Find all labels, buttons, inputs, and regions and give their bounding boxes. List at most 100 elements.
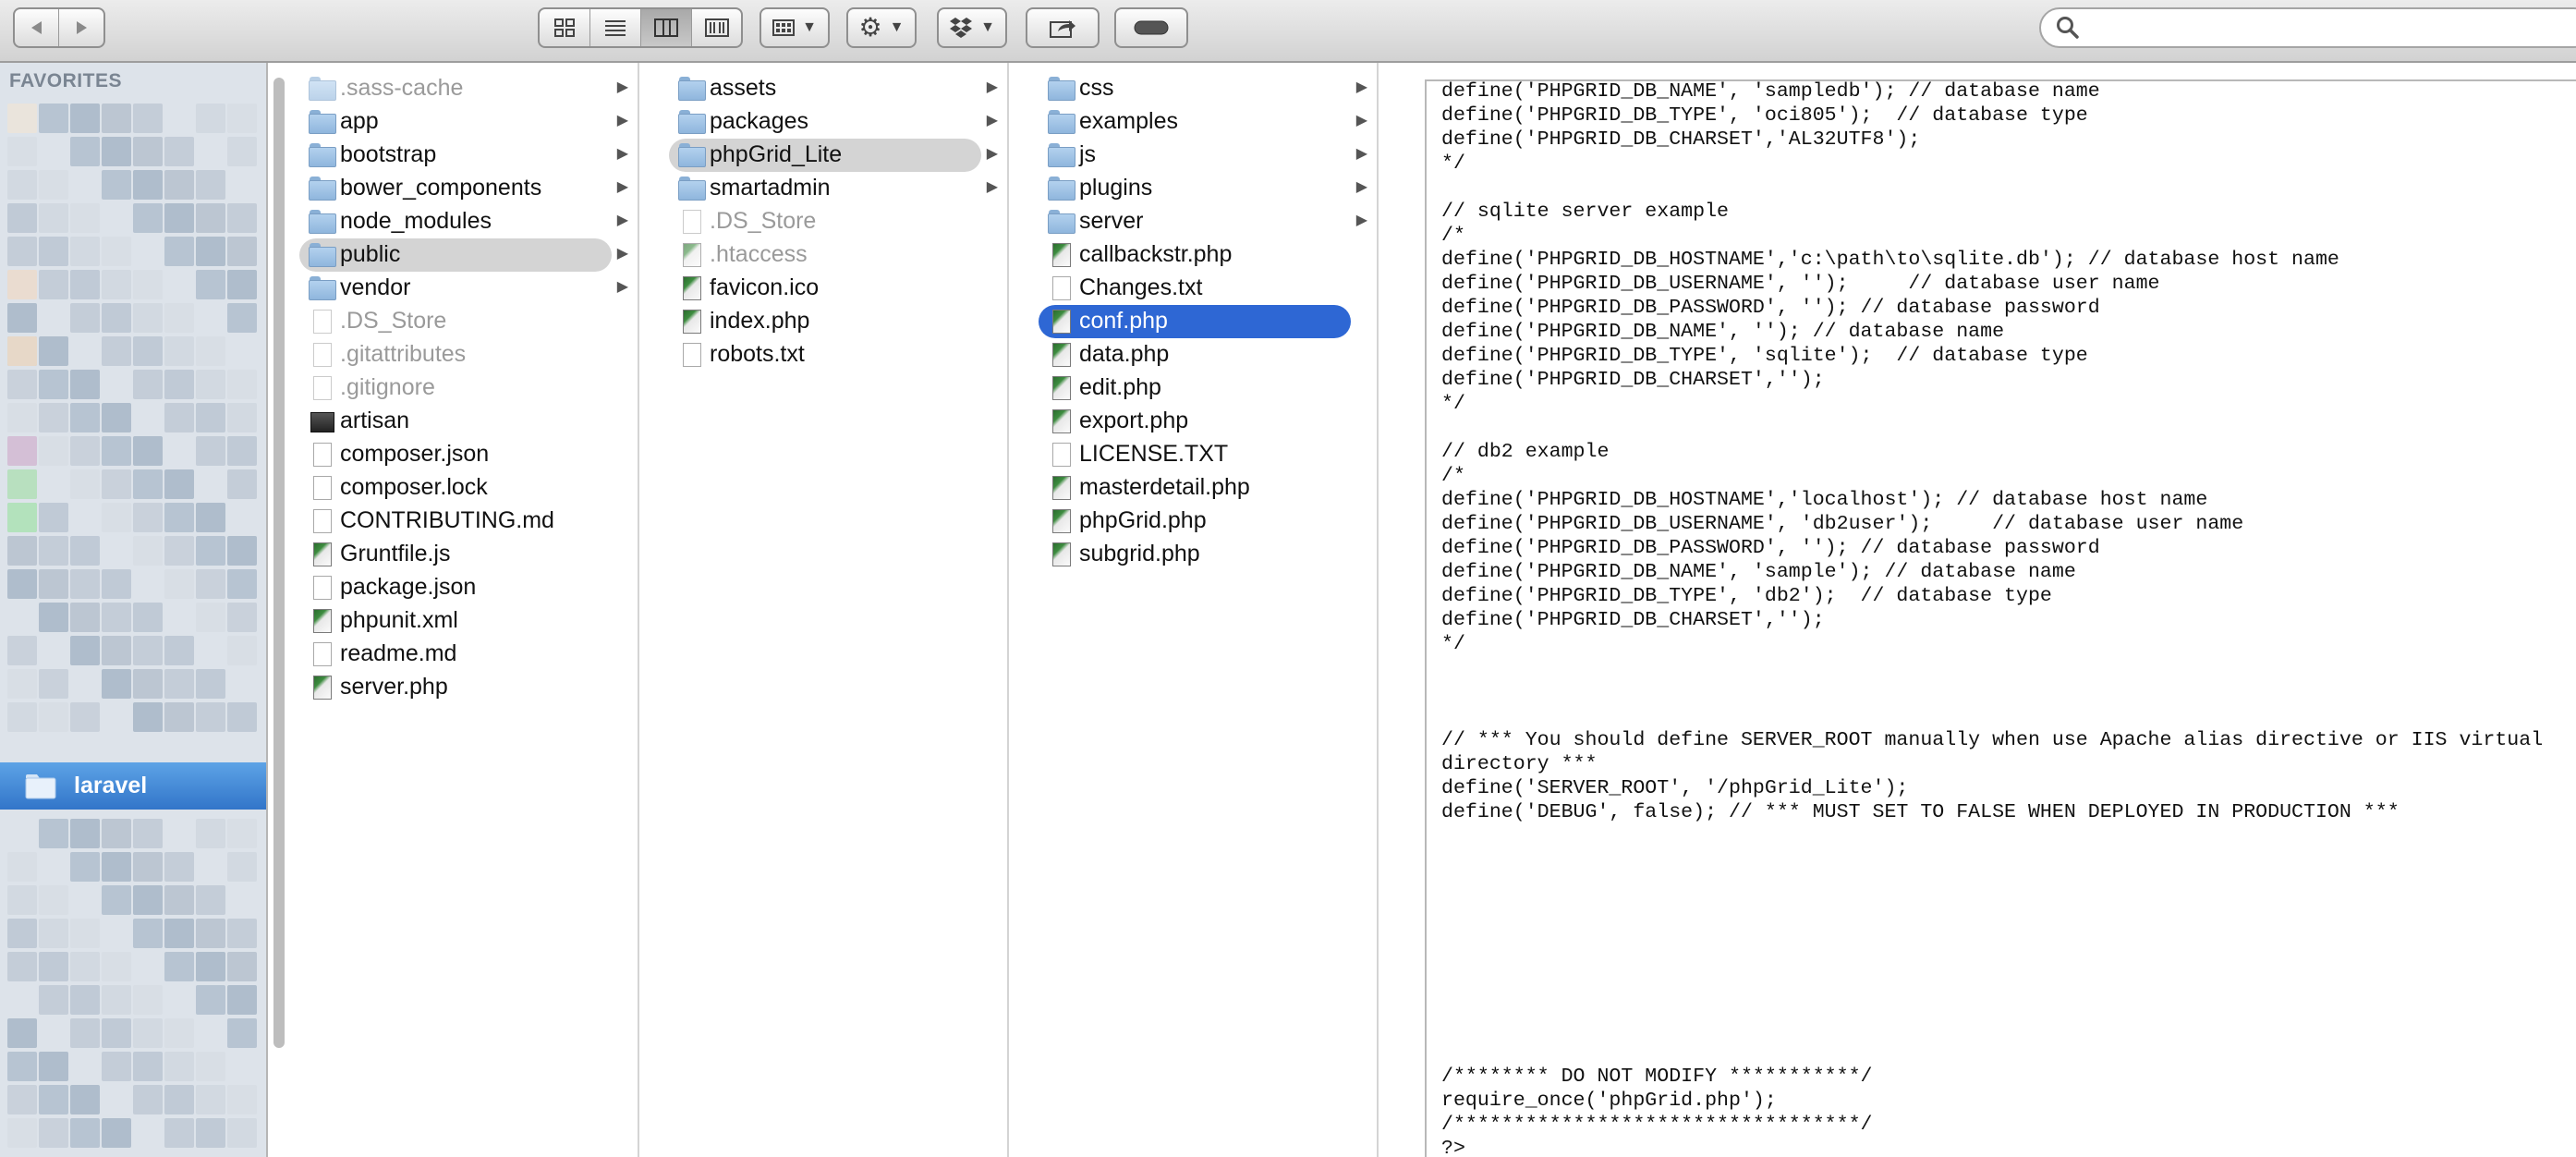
blurred-tile [196, 104, 225, 133]
blurred-tile [227, 1018, 257, 1048]
list-item[interactable]: favicon.ico [663, 272, 1007, 305]
arrange-button[interactable]: ▼ [759, 7, 830, 48]
item-name: phpGrid.php [1079, 507, 1207, 533]
search-field[interactable] [2039, 7, 2576, 48]
action-button[interactable]: ⚙ ▼ [846, 7, 917, 48]
blurred-tile [196, 403, 225, 432]
list-item[interactable]: bower_components ▶ [294, 172, 638, 205]
folder-icon [1048, 76, 1075, 102]
list-item[interactable]: Changes.txt [1033, 272, 1377, 305]
list-item[interactable]: examples ▶ [1033, 105, 1377, 139]
list-item[interactable]: composer.json [294, 438, 638, 471]
list-item[interactable]: package.json [294, 571, 638, 604]
sidebar-scrollbar[interactable] [273, 78, 285, 1048]
list-item[interactable]: app ▶ [294, 105, 638, 139]
list-item[interactable]: conf.php [1033, 305, 1377, 338]
blurred-tile [39, 702, 68, 732]
list-item[interactable]: public ▶ [294, 238, 638, 272]
list-view-button[interactable] [590, 9, 641, 46]
search-icon [2057, 17, 2079, 39]
list-item[interactable]: assets ▶ [663, 72, 1007, 105]
column-view-button[interactable] [641, 9, 692, 46]
list-item[interactable]: Gruntfile.js [294, 538, 638, 571]
list-item[interactable]: robots.txt [663, 338, 1007, 371]
item-name: .DS_Store [710, 208, 817, 234]
list-item[interactable]: css ▶ [1033, 72, 1377, 105]
blurred-tile [7, 885, 37, 915]
list-item[interactable]: .gitattributes [294, 338, 638, 371]
list-item[interactable]: .DS_Store [294, 305, 638, 338]
blurred-sidebar-items [7, 819, 264, 1157]
list-item[interactable]: packages ▶ [663, 105, 1007, 139]
dropbox-button[interactable]: ▼ [937, 7, 1007, 48]
search-input[interactable] [2080, 14, 2576, 42]
list-item[interactable]: server.php [294, 671, 638, 704]
blurred-tile [70, 469, 100, 499]
blurred-tile [70, 270, 100, 299]
list-item[interactable]: export.php [1033, 405, 1377, 438]
blurred-tile [196, 569, 225, 599]
blurred-tile [39, 1085, 68, 1114]
list-item[interactable]: LICENSE.TXT [1033, 438, 1377, 471]
blurred-tile [164, 403, 194, 432]
list-item[interactable]: server ▶ [1033, 205, 1377, 238]
list-item[interactable]: .sass-cache ▶ [294, 72, 638, 105]
blurred-tile [164, 636, 194, 665]
list-item[interactable]: smartadmin ▶ [663, 172, 1007, 205]
list-item[interactable]: phpGrid_Lite ▶ [663, 139, 1007, 172]
blurred-tile [39, 104, 68, 133]
disclosure-arrow-icon: ▶ [986, 113, 998, 128]
list-item[interactable]: artisan [294, 405, 638, 438]
coverflow-view-button[interactable] [692, 9, 741, 46]
folder-icon [1048, 142, 1075, 168]
list-item[interactable]: node_modules ▶ [294, 205, 638, 238]
arrange-icon [772, 19, 796, 36]
list-item[interactable]: subgrid.php [1033, 538, 1377, 571]
list-item[interactable]: vendor ▶ [294, 272, 638, 305]
blurred-tile [133, 702, 163, 732]
list-item[interactable]: bootstrap ▶ [294, 139, 638, 172]
list-item[interactable]: composer.lock [294, 471, 638, 505]
list-item[interactable]: CONTRIBUTING.md [294, 505, 638, 538]
list-item[interactable]: .htaccess [663, 238, 1007, 272]
blurred-tile [196, 952, 225, 981]
list-item[interactable]: .DS_Store [663, 205, 1007, 238]
icon-view-button[interactable] [540, 9, 590, 46]
blurred-tile [164, 852, 194, 882]
blurred-tile [164, 1085, 194, 1114]
folder-icon [309, 242, 336, 268]
list-item[interactable]: readme.md [294, 638, 638, 671]
list-item[interactable]: js ▶ [1033, 139, 1377, 172]
blurred-tile [164, 237, 194, 266]
blurred-tile [102, 336, 131, 366]
document-icon [309, 675, 336, 700]
list-item[interactable]: plugins ▶ [1033, 172, 1377, 205]
list-item[interactable]: phpunit.xml [294, 604, 638, 638]
blurred-tile [102, 403, 131, 432]
list-item[interactable]: phpGrid.php [1033, 505, 1377, 538]
sidebar-item-laravel[interactable]: laravel [0, 762, 266, 810]
preview-document[interactable]: define('PHPGRID_DB_NAME', 'sampledb'); /… [1425, 79, 2576, 1157]
list-item[interactable]: .gitignore [294, 371, 638, 405]
blurred-tile [70, 436, 100, 466]
blurred-tile [102, 636, 131, 665]
tags-button[interactable] [1114, 7, 1188, 48]
item-name: CONTRIBUTING.md [340, 507, 554, 533]
disclosure-arrow-icon: ▶ [616, 279, 628, 295]
share-button[interactable] [1026, 7, 1100, 48]
forward-button[interactable] [59, 9, 103, 46]
blurred-tile [7, 170, 37, 200]
blurred-tile [102, 885, 131, 915]
back-button[interactable] [15, 9, 60, 46]
list-item[interactable]: masterdetail.php [1033, 471, 1377, 505]
list-item[interactable]: edit.php [1033, 371, 1377, 405]
column-phpgrid-lite: css ▶ examples ▶ js ▶ plugins ▶ server ▶ callbacks… [1033, 63, 1379, 1157]
blurred-tile [7, 104, 37, 133]
blurred-tile [39, 370, 68, 399]
list-item[interactable]: callbackstr.php [1033, 238, 1377, 272]
list-item[interactable]: data.php [1033, 338, 1377, 371]
blurred-tile [102, 503, 131, 532]
blurred-tile [39, 403, 68, 432]
list-item[interactable]: index.php [663, 305, 1007, 338]
blurred-tile [70, 702, 100, 732]
